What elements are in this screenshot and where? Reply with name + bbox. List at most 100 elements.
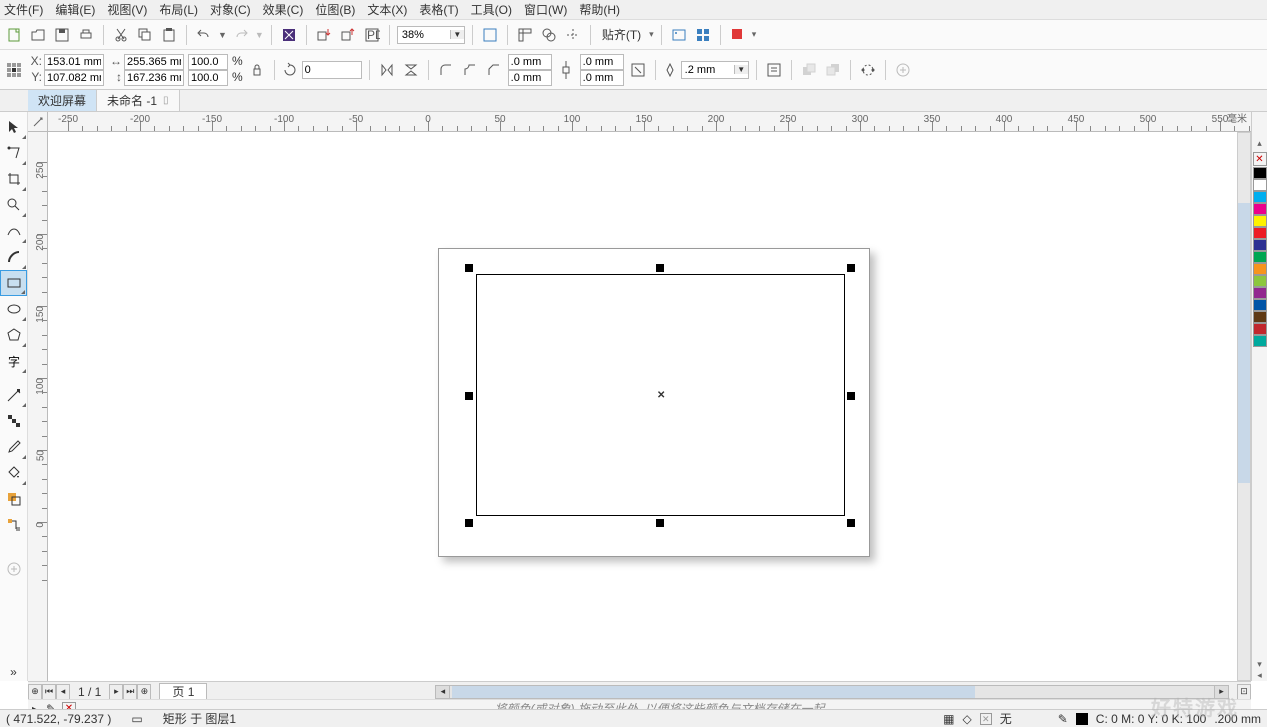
color-swatch[interactable] xyxy=(1253,191,1267,203)
palette-up-icon[interactable]: ▴ xyxy=(1252,138,1267,149)
vertical-ruler[interactable]: 250200150100500 xyxy=(28,132,48,681)
convert-curves-icon[interactable] xyxy=(858,60,878,80)
tab-welcome[interactable]: 欢迎屏幕 xyxy=(28,90,97,111)
menu-text[interactable]: 文本(X) xyxy=(367,1,407,18)
scale-x-input[interactable] xyxy=(188,54,228,70)
corner-tl-input[interactable] xyxy=(508,54,552,70)
color-proof-icon[interactable]: ▦ xyxy=(943,712,954,726)
last-page-icon[interactable]: ⏭ xyxy=(123,684,137,700)
fill-swatch-icon[interactable]: ◇ xyxy=(962,712,971,726)
tab-untitled[interactable]: 未命名 -1▯ xyxy=(97,90,180,111)
vertical-scrollbar[interactable] xyxy=(1237,132,1251,681)
grid-icon[interactable] xyxy=(539,25,559,45)
color-swatch[interactable] xyxy=(1253,167,1267,179)
mirror-v-icon[interactable] xyxy=(401,60,421,80)
link-corners-icon[interactable] xyxy=(556,60,576,80)
outline-width-input[interactable] xyxy=(682,64,734,76)
guides-icon[interactable] xyxy=(563,25,583,45)
connector-tool[interactable] xyxy=(0,512,27,538)
search-content-icon[interactable] xyxy=(279,25,299,45)
menu-window[interactable]: 窗口(W) xyxy=(524,1,567,18)
new-icon[interactable] xyxy=(4,25,24,45)
drawing-canvas[interactable]: ✕ xyxy=(48,132,1251,681)
app-launcher-icon[interactable] xyxy=(693,25,713,45)
palette-down-icon[interactable]: ▾ xyxy=(1252,659,1267,670)
menu-bitmap[interactable]: 位图(B) xyxy=(315,1,355,18)
polygon-tool[interactable] xyxy=(0,322,27,348)
pick-tool[interactable] xyxy=(0,114,27,140)
add-page-icon[interactable]: ⊕ xyxy=(28,684,42,700)
zoom-dropdown-icon[interactable]: ▼ xyxy=(450,30,464,39)
color-swatch[interactable] xyxy=(1253,227,1267,239)
add-page-after-icon[interactable]: ⊕ xyxy=(137,684,151,700)
relative-corner-icon[interactable] xyxy=(628,60,648,80)
open-icon[interactable] xyxy=(28,25,48,45)
handle-mr[interactable] xyxy=(847,392,855,400)
color-swatch[interactable] xyxy=(1253,287,1267,299)
eyedropper-tool[interactable] xyxy=(0,434,27,460)
zoom-value[interactable] xyxy=(398,29,450,41)
outline-pen-status-icon[interactable]: ✎ xyxy=(1058,712,1068,726)
color-swatch[interactable] xyxy=(1253,335,1267,347)
menu-tools[interactable]: 工具(O) xyxy=(471,1,512,18)
close-tab-icon[interactable]: ▯ xyxy=(163,95,169,106)
angle-input[interactable] xyxy=(302,61,362,79)
color-swatch[interactable] xyxy=(1253,275,1267,287)
transparency-tool[interactable] xyxy=(0,408,27,434)
menu-file[interactable]: 文件(F) xyxy=(4,1,43,18)
handle-tl[interactable] xyxy=(465,264,473,272)
to-front-icon[interactable] xyxy=(799,60,819,80)
print-icon[interactable] xyxy=(76,25,96,45)
color-swatch[interactable] xyxy=(1253,311,1267,323)
wrap-text-icon[interactable] xyxy=(764,60,784,80)
handle-bm[interactable] xyxy=(656,519,664,527)
menu-table[interactable]: 表格(T) xyxy=(419,1,458,18)
undo-icon[interactable] xyxy=(194,25,214,45)
outline-width-combo[interactable]: ▼ xyxy=(681,61,749,79)
color-swatch[interactable] xyxy=(1253,263,1267,275)
ellipse-tool[interactable] xyxy=(0,296,27,322)
page-1-tab[interactable]: 页 1 xyxy=(159,683,207,701)
ruler-origin[interactable] xyxy=(28,112,48,132)
snap-to-label[interactable]: 贴齐(T) xyxy=(598,26,645,43)
to-back-icon[interactable] xyxy=(823,60,843,80)
nav-tool-icon[interactable]: ⊡ xyxy=(1237,684,1251,700)
mirror-h-icon[interactable] xyxy=(377,60,397,80)
palette-flyout-icon[interactable]: ◂ xyxy=(1252,670,1267,681)
prev-page-icon[interactable]: ◂ xyxy=(56,684,70,700)
handle-bl[interactable] xyxy=(465,519,473,527)
dropshadow-tool[interactable] xyxy=(0,382,27,408)
fill-dropdown-icon[interactable] xyxy=(728,25,748,45)
export-icon[interactable] xyxy=(338,25,358,45)
next-page-icon[interactable]: ▸ xyxy=(109,684,123,700)
origin-icon[interactable] xyxy=(4,60,24,80)
quick-customize-icon[interactable] xyxy=(893,60,913,80)
copy-icon[interactable] xyxy=(135,25,155,45)
handle-tm[interactable] xyxy=(656,264,664,272)
shape-tool[interactable] xyxy=(0,140,27,166)
lock-ratio-icon[interactable] xyxy=(247,60,267,80)
vscroll-thumb[interactable] xyxy=(1238,203,1250,483)
freehand-tool[interactable] xyxy=(0,218,27,244)
corner-round-icon[interactable] xyxy=(436,60,456,80)
handle-tr[interactable] xyxy=(847,264,855,272)
menu-edit[interactable]: 编辑(E) xyxy=(55,1,95,18)
import-icon[interactable] xyxy=(314,25,334,45)
menu-object[interactable]: 对象(C) xyxy=(210,1,251,18)
corner-tr-input[interactable] xyxy=(580,54,624,70)
hscroll-thumb[interactable] xyxy=(452,686,974,698)
options-icon[interactable] xyxy=(669,25,689,45)
corner-scallop-icon[interactable] xyxy=(460,60,480,80)
paste-icon[interactable] xyxy=(159,25,179,45)
zoom-tool[interactable] xyxy=(0,192,27,218)
menu-layout[interactable]: 布局(L) xyxy=(159,1,198,18)
no-color-swatch[interactable] xyxy=(1253,152,1267,166)
corner-chamfer-icon[interactable] xyxy=(484,60,504,80)
horizontal-scrollbar[interactable]: ◂ ▸ xyxy=(435,685,1229,699)
cut-icon[interactable] xyxy=(111,25,131,45)
rulers-icon[interactable] xyxy=(515,25,535,45)
color-swatch[interactable] xyxy=(1253,299,1267,311)
x-input[interactable] xyxy=(44,54,104,70)
handle-br[interactable] xyxy=(847,519,855,527)
crop-tool[interactable] xyxy=(0,166,27,192)
